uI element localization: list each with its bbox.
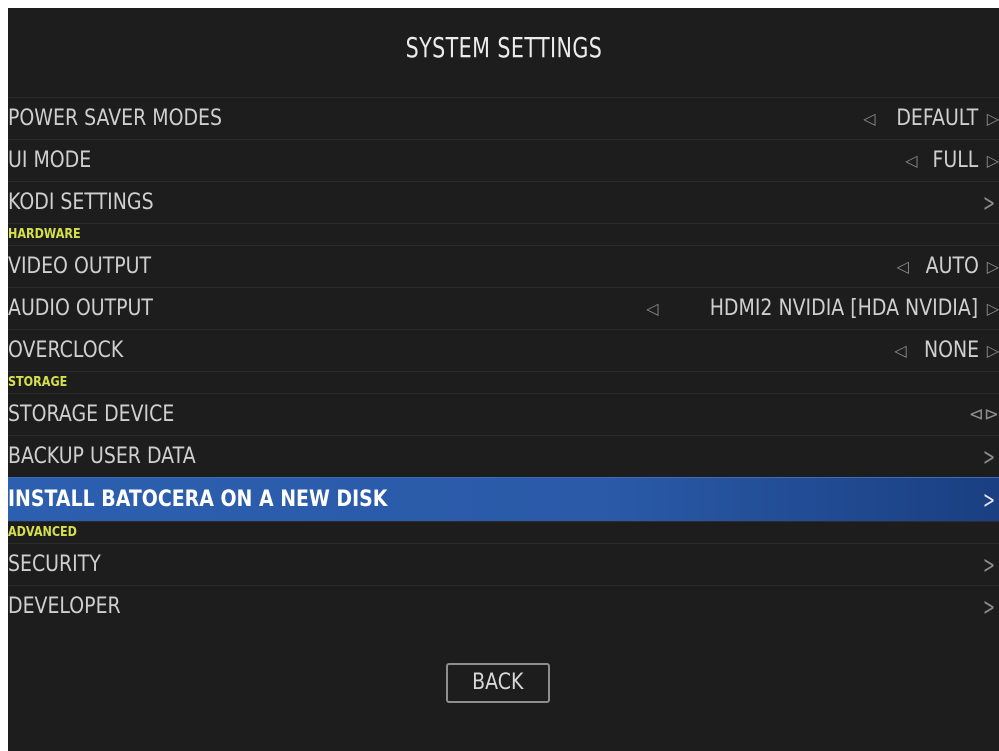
ui-mode-value: FULL: [932, 148, 979, 173]
video-output-label: VIDEO OUTPUT: [8, 254, 152, 279]
arrow-left-icon[interactable]: ◁: [894, 330, 906, 372]
kodi-settings-row[interactable]: KODI SETTINGS >: [8, 181, 999, 223]
chevron-right-icon: >: [982, 443, 995, 471]
arrow-right-icon[interactable]: ▷: [987, 140, 999, 182]
install-batocera-label: INSTALL BATOCERA ON A NEW DISK: [8, 487, 388, 512]
section-header-hardware: HARDWARE: [8, 223, 999, 245]
arrow-right-icon[interactable]: ▷: [987, 246, 999, 288]
chevron-right-icon: >: [982, 593, 995, 621]
arrow-right-icon[interactable]: ▷: [987, 98, 999, 140]
left-right-arrows-icon[interactable]: ⊲⊳: [969, 394, 999, 436]
audio-output-value-group[interactable]: ◁ HDMI2 NVIDIA [HDA NVIDIA] ▷: [646, 288, 999, 330]
arrow-left-icon[interactable]: ◁: [863, 98, 875, 140]
security-row[interactable]: SECURITY >: [8, 543, 999, 585]
power-saver-value: DEFAULT: [896, 106, 979, 131]
install-batocera-row[interactable]: INSTALL BATOCERA ON A NEW DISK >: [8, 477, 999, 521]
arrow-left-icon[interactable]: ◁: [905, 140, 917, 182]
overclock-row[interactable]: OVERCLOCK ◁ NONE ▷: [8, 329, 999, 371]
ui-mode-label: UI MODE: [8, 148, 92, 173]
power-saver-value-group[interactable]: ◁ DEFAULT ▷: [863, 98, 999, 140]
video-output-row[interactable]: VIDEO OUTPUT ◁ AUTO ▷: [8, 245, 999, 287]
ui-mode-value-group[interactable]: ◁ FULL ▷: [905, 140, 999, 182]
storage-device-value-group[interactable]: ⊲⊳: [969, 394, 999, 436]
backup-user-data-row[interactable]: BACKUP USER DATA >: [8, 435, 999, 477]
security-label: SECURITY: [8, 552, 101, 577]
ui-mode-row[interactable]: UI MODE ◁ FULL ▷: [8, 139, 999, 181]
arrow-left-icon[interactable]: ◁: [646, 288, 658, 330]
storage-device-row[interactable]: STORAGE DEVICE ⊲⊳: [8, 393, 999, 435]
section-header-storage: STORAGE: [8, 371, 999, 393]
section-header-advanced: ADVANCED: [8, 521, 999, 543]
arrow-right-icon[interactable]: ▷: [987, 288, 999, 330]
arrow-right-icon[interactable]: ▷: [987, 330, 999, 372]
chevron-right-icon: >: [982, 551, 995, 579]
power-saver-row[interactable]: POWER SAVER MODES ◁ DEFAULT ▷: [8, 97, 999, 139]
audio-output-value: HDMI2 NVIDIA [HDA NVIDIA]: [710, 296, 979, 321]
overclock-value: NONE: [923, 338, 979, 363]
power-saver-label: POWER SAVER MODES: [8, 106, 223, 131]
arrow-left-icon[interactable]: ◁: [896, 246, 908, 288]
backup-user-data-label: BACKUP USER DATA: [8, 444, 196, 469]
storage-device-label: STORAGE DEVICE: [8, 402, 175, 427]
audio-output-label: AUDIO OUTPUT: [8, 296, 153, 321]
page-title: SYSTEM SETTINGS: [405, 31, 602, 64]
settings-panel: SYSTEM SETTINGS POWER SAVER MODES ◁ DEFA…: [8, 8, 999, 751]
chevron-right-icon: >: [982, 486, 995, 514]
kodi-settings-label: KODI SETTINGS: [8, 190, 154, 215]
video-output-value-group[interactable]: ◁ AUTO ▷: [896, 246, 999, 288]
back-button[interactable]: BACK: [446, 663, 550, 703]
developer-row[interactable]: DEVELOPER >: [8, 585, 999, 627]
video-output-value: AUTO: [925, 254, 979, 279]
overclock-value-group[interactable]: ◁ NONE ▷: [894, 330, 999, 372]
developer-label: DEVELOPER: [8, 594, 121, 619]
audio-output-row[interactable]: AUDIO OUTPUT ◁ HDMI2 NVIDIA [HDA NVIDIA]…: [8, 287, 999, 329]
chevron-right-icon: >: [982, 189, 995, 217]
overclock-label: OVERCLOCK: [8, 338, 124, 363]
